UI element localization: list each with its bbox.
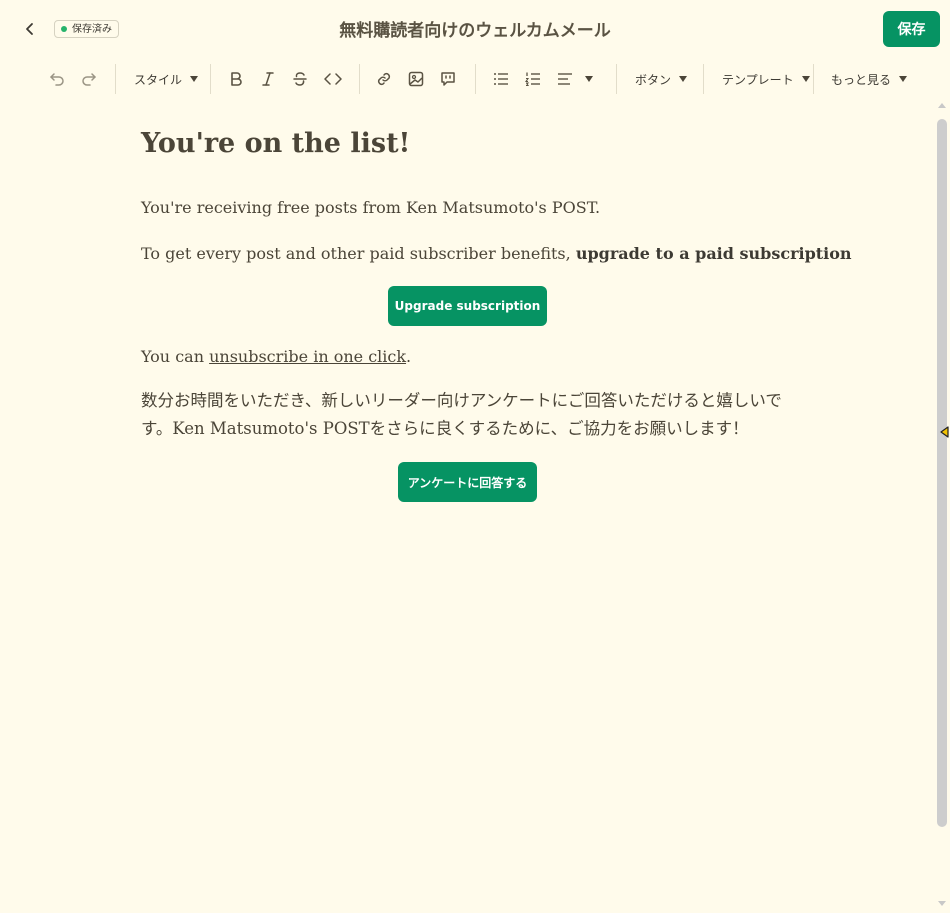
caret-down-icon [679, 76, 688, 82]
survey-button[interactable]: アンケートに回答する [398, 462, 537, 502]
image-button[interactable] [406, 67, 426, 91]
upgrade-paragraph-text: To get every post and other paid subscri… [141, 244, 576, 263]
template-dropdown-label: テンプレート [722, 72, 794, 87]
italic-button[interactable] [258, 67, 278, 91]
unsubscribe-suffix: . [406, 347, 412, 366]
button-dropdown-label: ボタン [635, 72, 672, 87]
style-dropdown-label: スタイル [134, 72, 183, 87]
save-button[interactable]: 保存 [883, 11, 940, 47]
image-icon [408, 71, 424, 87]
redo-button[interactable] [79, 67, 99, 91]
email-heading: You're on the list! [141, 128, 411, 159]
align-dropdown[interactable] [557, 67, 597, 91]
caret-down-icon [899, 76, 908, 82]
align-left-icon [558, 73, 572, 85]
upgrade-paragraph: To get every post and other paid subscri… [141, 241, 852, 267]
toolbar-divider [475, 64, 476, 94]
toolbar-divider [703, 64, 704, 94]
intro-paragraph: You're receiving free posts from Ken Mat… [141, 198, 601, 217]
template-dropdown[interactable]: テンプレート [722, 67, 810, 91]
unsubscribe-paragraph: You can unsubscribe in one click. [141, 344, 411, 370]
button-dropdown[interactable]: ボタン [635, 67, 688, 91]
bold-icon [231, 72, 242, 86]
upgrade-subscription-button[interactable]: Upgrade subscription [388, 286, 547, 326]
toolbar-divider [359, 64, 360, 94]
quote-bubble-icon [441, 72, 455, 86]
scroll-up-icon[interactable] [938, 103, 946, 108]
strikethrough-icon [293, 72, 307, 86]
scroll-down-icon[interactable] [938, 901, 946, 906]
numbered-list-icon [525, 72, 540, 87]
code-icon [324, 73, 342, 85]
scrollbar-thumb[interactable] [937, 119, 947, 827]
toolbar-divider [813, 64, 814, 94]
unsubscribe-link[interactable]: unsubscribe in one click [209, 347, 406, 366]
caret-down-icon [190, 76, 199, 82]
upgrade-paragraph-bold: upgrade to a paid subscription [575, 244, 852, 263]
toolbar-divider [210, 64, 211, 94]
quote-button[interactable] [438, 67, 458, 91]
survey-paragraph: 数分お時間をいただき、新しいリーダー向けアンケートにご回答いただけると嬉しいです… [141, 391, 782, 438]
page-title: 無料購読者向けのウェルカムメール [339, 21, 611, 41]
undo-button[interactable] [47, 67, 67, 91]
numbered-list-button[interactable] [523, 67, 543, 91]
link-button[interactable] [374, 67, 394, 91]
strikethrough-button[interactable] [290, 67, 310, 91]
caret-down-icon [585, 76, 593, 82]
link-icon [377, 72, 391, 86]
bullet-list-icon [494, 73, 508, 85]
editor-toolbar: スタイル ボタン テンプレート もっと見る [0, 62, 950, 96]
unsubscribe-prefix: You can [141, 347, 210, 366]
undo-icon [50, 73, 64, 86]
toolbar-divider [115, 64, 116, 94]
top-bar: 保存済み 無料購読者向けのウェルカムメール 保存 [0, 0, 950, 58]
redo-icon [82, 73, 96, 86]
more-dropdown-label: もっと見る [831, 72, 892, 87]
style-dropdown[interactable]: スタイル [134, 67, 199, 91]
italic-icon [262, 72, 274, 86]
toolbar-divider [616, 64, 617, 94]
code-button[interactable] [322, 67, 344, 91]
caret-down-icon [801, 76, 810, 82]
bold-button[interactable] [226, 67, 246, 91]
bullet-list-button[interactable] [491, 67, 511, 91]
resize-cursor-icon [940, 426, 949, 438]
more-dropdown[interactable]: もっと見る [831, 67, 908, 91]
